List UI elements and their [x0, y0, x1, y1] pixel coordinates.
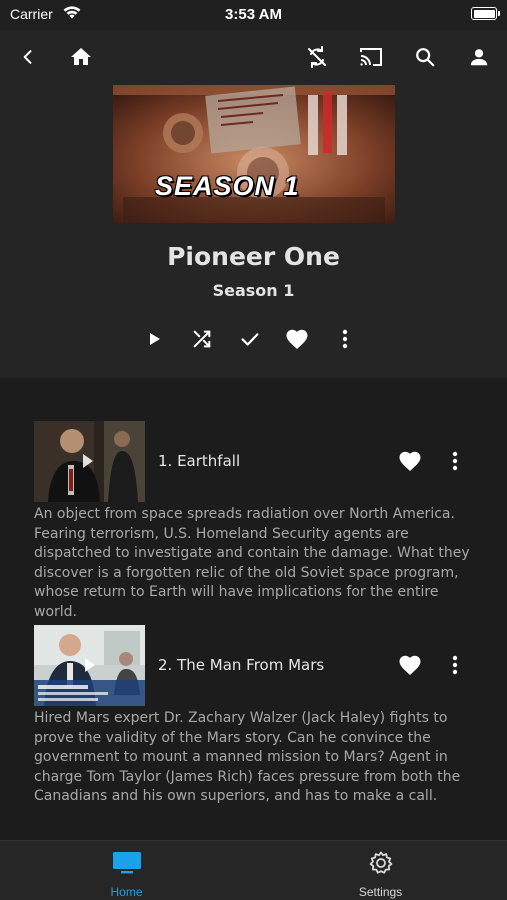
shuffle-icon[interactable] [189, 326, 215, 352]
cast-icon[interactable] [358, 44, 384, 70]
tab-settings[interactable]: Settings [254, 841, 507, 900]
back-chevron-icon[interactable] [15, 44, 41, 70]
more-vertical-icon[interactable] [332, 326, 358, 352]
tab-home[interactable]: Home [0, 841, 253, 900]
battery-icon [471, 7, 500, 20]
heart-icon[interactable] [284, 326, 310, 352]
more-vertical-icon[interactable] [444, 652, 466, 678]
sync-disabled-icon[interactable] [304, 44, 330, 70]
episode-title[interactable]: 2. The Man From Mars [158, 656, 324, 674]
more-vertical-icon[interactable] [444, 448, 466, 474]
status-bar: Carrier 3:53 AM [0, 0, 507, 30]
account-icon[interactable] [466, 44, 492, 70]
tab-label: Home [110, 885, 143, 899]
episode-thumbnail[interactable] [34, 625, 145, 706]
season-art-text: SEASON 1 [155, 171, 300, 201]
episode-description: An object from space spreads radiation o… [34, 506, 470, 620]
episode-title[interactable]: 1. Earthfall [158, 452, 240, 470]
episode-description: Hired Mars expert Dr. Zachary Walzer (Ja… [34, 710, 461, 805]
check-icon[interactable] [237, 326, 263, 352]
search-icon[interactable] [412, 44, 438, 70]
page-title: Pioneer One [167, 242, 340, 271]
header-section: SEASON 1 Pioneer One Season 1 [0, 30, 507, 378]
season-subtitle: Season 1 [212, 281, 295, 300]
home-icon[interactable] [68, 44, 94, 70]
tab-label: Settings [358, 885, 403, 899]
heart-icon[interactable] [397, 448, 423, 474]
heart-icon[interactable] [397, 652, 423, 678]
gear-icon [254, 850, 507, 876]
tab-bar: Home Settings [0, 840, 507, 900]
play-icon[interactable] [141, 326, 167, 352]
clock: 3:53 AM [225, 6, 282, 23]
episode-thumbnail[interactable] [34, 421, 145, 502]
tv-icon [0, 850, 253, 876]
season-artwork: SEASON 1 [113, 85, 395, 223]
